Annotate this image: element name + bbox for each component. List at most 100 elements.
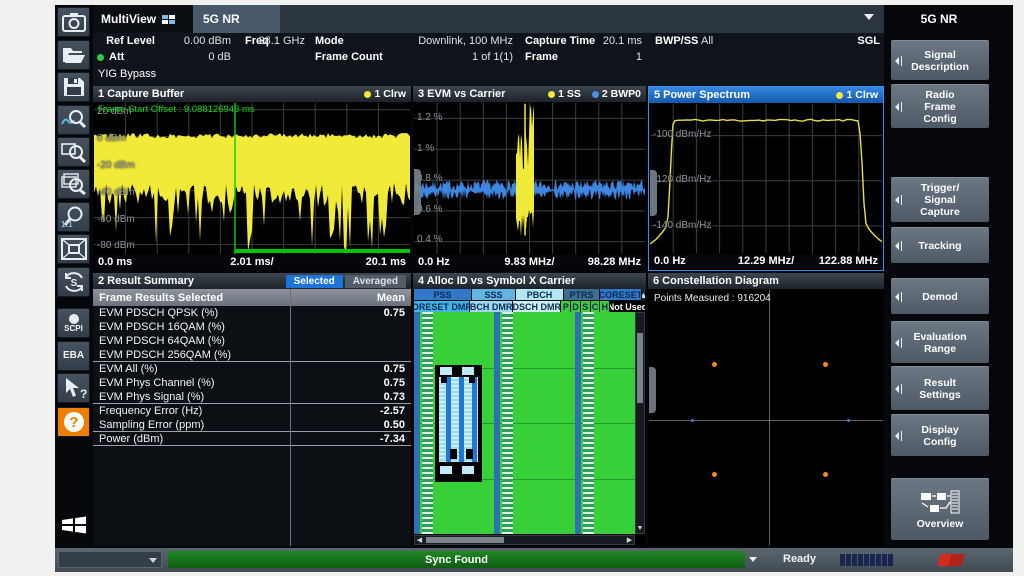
softkey-arrow-icon xyxy=(895,57,899,65)
sidebar-item-evaluation-range[interactable]: Evaluation Range xyxy=(891,321,989,363)
constellation-window-handle[interactable] xyxy=(649,367,656,413)
alloc-horizontal-scrollbar[interactable]: ◀ ▶ xyxy=(414,535,635,545)
trace1-dot-icon xyxy=(836,92,843,99)
bwp-label: BWP/SS xyxy=(655,35,698,47)
tab-multiview-label: MultiView xyxy=(101,12,156,26)
save-button[interactable] xyxy=(57,72,90,102)
table-row[interactable]: Frequency Error (Hz)-2.57 xyxy=(93,404,411,418)
softkey-arrow-icon xyxy=(895,242,899,250)
bwp-value[interactable]: All xyxy=(701,35,713,47)
power-spectrum-titlebar[interactable]: 5 Power Spectrum 1 Clrw xyxy=(649,87,883,103)
xaxis-scale: 2.01 ms/ xyxy=(94,256,410,268)
sidebar-item-result-settings[interactable]: Result Settings xyxy=(891,366,989,410)
result-value: 0.75 xyxy=(384,377,405,389)
table-row[interactable]: EVM Phys Channel (%)0.75 xyxy=(93,376,411,390)
alloc-id-titlebar[interactable]: 4 Alloc ID vs Symbol X Carrier xyxy=(413,273,646,289)
table-row[interactable]: EVM PDSCH 16QAM (%) xyxy=(93,320,411,334)
result-value: -2.57 xyxy=(380,405,405,417)
frame-count-value[interactable]: 1 of 1(1) xyxy=(383,51,513,63)
constellation-plot: Points Measured : 916204 xyxy=(649,290,883,545)
table-row[interactable]: Power (dBm)-7.34 xyxy=(93,432,411,446)
result-name: EVM PDSCH 256QAM (%) xyxy=(99,349,405,361)
softkey-bar-icon xyxy=(901,241,902,251)
att-value[interactable]: 0 dB xyxy=(159,51,231,63)
tab-averaged[interactable]: Averaged xyxy=(345,275,406,288)
table-row[interactable]: EVM Phys Signal (%)0.73 xyxy=(93,390,411,404)
constellation-point-small xyxy=(691,419,694,422)
zoom-area-button[interactable] xyxy=(57,137,90,167)
power-spectrum-window-handle[interactable] xyxy=(650,170,657,216)
windows-button[interactable] xyxy=(57,510,90,540)
zoom-1-1-button[interactable]: 1:1 xyxy=(57,202,90,232)
evm-window-handle[interactable] xyxy=(414,169,421,215)
open-button[interactable] xyxy=(57,40,90,70)
help-button[interactable]: ? xyxy=(57,407,90,437)
multi-zoom-button[interactable] xyxy=(57,169,90,199)
sidebar-item-overview[interactable]: Overview xyxy=(891,478,989,540)
sidebar-item-signal-description[interactable]: Signal Description xyxy=(891,40,989,80)
legend-pbch-dmrs: PBCH DMRS xyxy=(470,301,512,312)
continuous-sweep-button[interactable]: S xyxy=(57,267,90,297)
window-capture-buffer: 1 Capture Buffer 1 Clrw 20 dBm0 dBm-20 d… xyxy=(93,86,411,271)
constellation-titlebar[interactable]: 6 Constellation Diagram xyxy=(648,273,884,289)
capture-buffer-titlebar[interactable]: 1 Capture Buffer 1 Clrw xyxy=(93,86,411,102)
freq-value[interactable]: 28.1 GHz xyxy=(243,35,305,47)
evm-xaxis: 0.0 Hz 9.83 MHz/ 98.28 MHz xyxy=(414,255,645,270)
legend-sss: SSS xyxy=(472,289,515,300)
frame-value[interactable]: 1 xyxy=(598,51,642,63)
tab-selected[interactable]: Selected xyxy=(286,275,343,288)
result-name: Frequency Error (Hz) xyxy=(99,405,380,417)
legend-p: P xyxy=(561,301,570,312)
zoom-signal-button[interactable] xyxy=(57,105,90,135)
ref-level-value[interactable]: 0.00 dBm xyxy=(159,35,231,47)
eba-button[interactable]: EBA xyxy=(57,341,90,371)
power-spectrum-title: 5 Power Spectrum xyxy=(654,89,750,101)
mode-value[interactable]: Downlink, 100 MHz xyxy=(363,35,513,47)
rohde-schwarz-logo xyxy=(939,554,963,566)
table-row[interactable]: Sampling Error (ppm)0.50 xyxy=(93,418,411,432)
tab-multiview[interactable]: MultiView xyxy=(93,5,193,33)
scroll-down-icon[interactable]: ▼ xyxy=(636,524,644,533)
settings-bar[interactable]: Ref Level 0.00 dBm Freq 28.1 GHz Mode Do… xyxy=(93,33,884,86)
windows-icon xyxy=(60,513,88,537)
tabbar-dropdown-icon[interactable] xyxy=(864,14,874,20)
sidebar-header: 5G NR xyxy=(884,5,994,33)
multi-zoom-icon xyxy=(61,173,87,195)
table-row[interactable]: EVM PDSCH 64QAM (%) xyxy=(93,334,411,348)
alloc-hscroll-thumb[interactable] xyxy=(426,537,504,543)
scroll-right-icon[interactable]: ▶ xyxy=(625,537,634,544)
result-name: Sampling Error (ppm) xyxy=(99,419,384,431)
scroll-up-icon[interactable]: ▲ xyxy=(642,289,645,300)
alloc-vscroll-thumb[interactable] xyxy=(637,333,643,403)
xaxis-stop: 98.28 MHz xyxy=(588,256,641,268)
tab-5gnr-label: 5G NR xyxy=(203,12,240,26)
table-row[interactable]: EVM PDSCH QPSK (%)0.75 xyxy=(93,306,411,320)
result-summary-titlebar[interactable]: 2 Result Summary Selected Averaged xyxy=(93,273,411,289)
sidebar-item-radio-frame-config[interactable]: Radio Frame Config xyxy=(891,84,989,128)
status-dropdown[interactable] xyxy=(58,551,162,568)
sidebar-item-tracking[interactable]: Tracking xyxy=(891,227,989,263)
alloc-vertical-scrollbar[interactable]: ▼ xyxy=(635,312,645,534)
table-row[interactable]: EVM PDSCH 256QAM (%) xyxy=(93,348,411,362)
scpi-button[interactable]: SCPI xyxy=(57,308,90,338)
ssb-block xyxy=(435,365,482,482)
fullscreen-button[interactable] xyxy=(57,234,90,264)
tab-bar: MultiView 5G NR xyxy=(93,5,884,33)
sidebar-item-trigger-signal-capture[interactable]: Trigger/ Signal Capture xyxy=(891,177,989,222)
tab-5gnr[interactable]: 5G NR xyxy=(193,5,280,33)
sidebar-item-display-config[interactable]: Display Config xyxy=(891,414,989,456)
constellation-point xyxy=(823,362,828,367)
result-value: -7.34 xyxy=(380,433,405,445)
sidebar-item-demod[interactable]: Demod xyxy=(891,278,989,314)
scroll-left-icon[interactable]: ◀ xyxy=(415,537,424,544)
capture-time-value[interactable]: 20.1 ms xyxy=(598,35,642,47)
points-measured-label: Points Measured : 916204 xyxy=(654,293,771,304)
context-help-button[interactable]: ? xyxy=(57,373,90,403)
table-row[interactable]: EVM All (%)0.75 xyxy=(93,362,411,376)
camera-button[interactable] xyxy=(57,7,90,37)
status-caret-icon[interactable] xyxy=(749,557,757,562)
result-summary-title: 2 Result Summary xyxy=(98,275,194,287)
zoom-signal-icon xyxy=(61,109,87,131)
legend-item: 2 BWP0 xyxy=(592,88,641,100)
evm-titlebar[interactable]: 3 EVM vs Carrier 1 SS2 BWP0 xyxy=(413,86,646,102)
